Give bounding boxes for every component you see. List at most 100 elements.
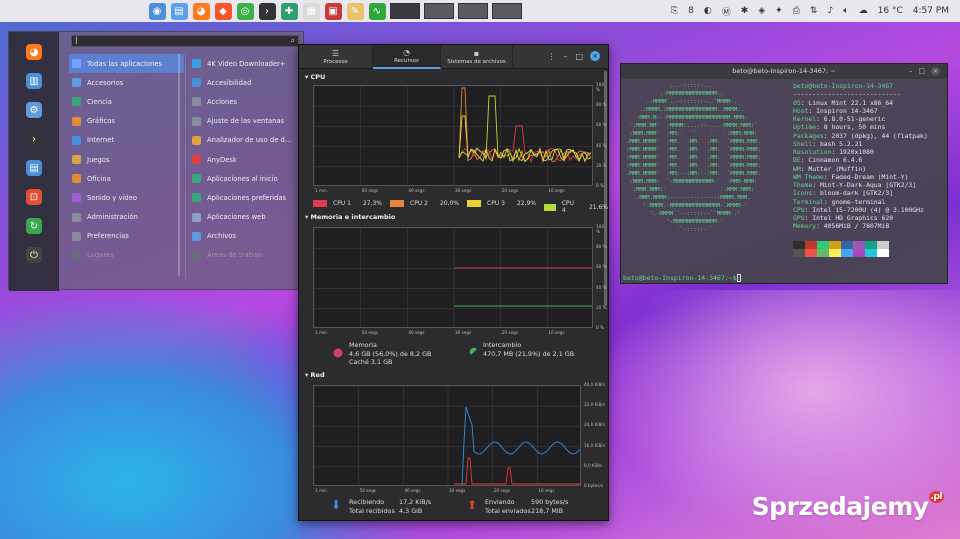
- app-item[interactable]: Aplicaciones web: [189, 208, 303, 227]
- x-tick-label: 50 segs: [359, 488, 376, 493]
- tray-badge[interactable]: 8: [688, 6, 694, 16]
- app-item[interactable]: Acciones: [189, 92, 303, 111]
- app-item[interactable]: Archivos: [189, 227, 303, 246]
- tab-recursos[interactable]: ◔ Recursos: [373, 45, 441, 69]
- neofetch-header: beto@beto-Inspiron-14-3467: [793, 82, 928, 90]
- tab-procesos[interactable]: ☰ Procesos: [299, 45, 373, 69]
- minimize-icon[interactable]: –: [909, 64, 913, 79]
- window-thumb-terminal[interactable]: [458, 3, 488, 19]
- lock-fav-icon[interactable]: ⊡: [26, 189, 42, 205]
- maximize-icon[interactable]: □: [575, 52, 583, 61]
- files-icon[interactable]: ▤: [170, 2, 188, 20]
- app-item[interactable]: Áreas de trabajo: [189, 246, 303, 265]
- neofetch-value: : 4056MiB / 7807MiB: [816, 222, 890, 231]
- memory-pie-icon: [333, 348, 343, 358]
- tab-sistemas-archivos[interactable]: ▪ Sistemas de archivos: [441, 45, 513, 69]
- logout-fav-icon[interactable]: ↻: [26, 218, 42, 234]
- category-item[interactable]: Sonido y vídeo: [69, 188, 184, 207]
- volume-icon[interactable]: 🔈︎: [843, 6, 848, 16]
- music-icon[interactable]: ♪: [827, 6, 833, 16]
- software-manager-fav-icon[interactable]: ▥: [26, 73, 42, 89]
- system-monitor-icon[interactable]: ∿: [368, 2, 386, 20]
- app-item[interactable]: Aplicaciones preferidas: [189, 188, 303, 207]
- window-thumb-sysmon[interactable]: [424, 3, 454, 19]
- temperature[interactable]: 16 °C: [878, 6, 903, 16]
- mint-menu-icon[interactable]: ◉: [148, 2, 166, 20]
- terminal-icon[interactable]: ›: [258, 2, 276, 20]
- neofetch-value: : Mint-Y-Dark-Aqua [GTK2/3]: [812, 181, 917, 189]
- notifications-icon[interactable]: ✦: [775, 6, 783, 16]
- category-item[interactable]: Juegos: [69, 150, 184, 169]
- shield-icon[interactable]: ◈: [758, 6, 765, 16]
- neofetch-key: Shell: [793, 139, 813, 148]
- category-item[interactable]: Internet: [69, 131, 184, 150]
- clipboard-icon[interactable]: ⎘: [671, 6, 678, 16]
- category-item[interactable]: Oficina: [69, 169, 184, 188]
- brave-icon[interactable]: ◆: [214, 2, 232, 20]
- category-icon: [72, 135, 81, 145]
- sending-info: ⬆ Enviando 590 bytes/s Total enviados 218,…: [467, 498, 569, 515]
- window-thumb-workspace[interactable]: [492, 3, 522, 19]
- vpn-icon[interactable]: ◐: [704, 6, 712, 16]
- printer-icon[interactable]: ⎙: [793, 6, 800, 16]
- text-editor-icon[interactable]: ✎: [346, 2, 364, 20]
- weather-icon[interactable]: ☁: [859, 6, 868, 16]
- close-icon[interactable]: ×: [931, 67, 940, 76]
- x-tick-label: 30 segs: [455, 188, 472, 193]
- update-icon[interactable]: ✚: [280, 2, 298, 20]
- color-palette: [793, 241, 889, 257]
- category-scrollbar[interactable]: [178, 54, 180, 276]
- cpu-color-swatch[interactable]: [390, 200, 404, 207]
- cpu-color-swatch[interactable]: [467, 200, 481, 207]
- chrome-icon[interactable]: ◎: [236, 2, 254, 20]
- category-item[interactable]: Todas las aplicaciones: [69, 54, 184, 74]
- network-icon[interactable]: ⇅: [810, 6, 818, 16]
- cpu-color-swatch[interactable]: [544, 203, 556, 211]
- cpu-label: CPU 2: [410, 200, 428, 207]
- terminal-prompt[interactable]: beto@beto-Inspiron-14-3467:~$: [623, 274, 741, 282]
- neofetch-row: Icons: bloom-dark [GTK2/3]: [793, 189, 928, 197]
- app-item[interactable]: Aplicaciones al inicio: [189, 169, 303, 188]
- palette-swatch: [877, 241, 889, 249]
- y-tick-label: 100 %: [596, 224, 604, 234]
- cpu-section-title: ▾ CPU: [305, 73, 326, 81]
- app-item[interactable]: Accesibilidad: [189, 73, 303, 92]
- firefox-fav-icon[interactable]: ◕: [26, 44, 42, 60]
- category-item[interactable]: Ciencia: [69, 92, 184, 111]
- screenshot-icon[interactable]: ▣: [324, 2, 342, 20]
- app-item[interactable]: Analizador de uso de d...: [189, 131, 303, 150]
- kebab-menu-icon[interactable]: ⋮: [547, 52, 555, 61]
- palette-swatch: [829, 241, 841, 249]
- x-tick-label: 50 segs: [361, 330, 378, 335]
- search-input[interactable]: | ⌕: [71, 35, 299, 47]
- y-tick-label: 40 %: [596, 142, 607, 148]
- palette-swatch: [865, 241, 877, 249]
- neofetch-row: Theme: Mint-Y-Dark-Aqua [GTK2/3]: [793, 181, 928, 189]
- category-item[interactable]: Accesorios: [69, 73, 184, 92]
- category-item[interactable]: Lugares: [69, 246, 184, 265]
- cpu-color-swatch[interactable]: [313, 200, 327, 207]
- mega-icon[interactable]: Ⓜ: [722, 5, 731, 18]
- power-fav-icon[interactable]: ⏻: [26, 247, 42, 263]
- app-list: 4K Video Downloader+ Accesibilidad Accione…: [189, 54, 303, 265]
- sysmon-headerbar: ☰ Procesos ◔ Recursos ▪ Sistemas de arch…: [299, 45, 608, 69]
- terminal-fav-icon[interactable]: ›: [26, 131, 42, 147]
- category-item[interactable]: Administración: [69, 208, 184, 227]
- clock[interactable]: 4:57 PM: [913, 6, 949, 16]
- files-fav-icon[interactable]: ▤: [26, 160, 42, 176]
- maximize-icon[interactable]: □: [918, 64, 925, 79]
- close-icon[interactable]: ×: [590, 51, 600, 61]
- app-item[interactable]: 4K Video Downloader+: [189, 54, 303, 73]
- minimize-icon[interactable]: –: [563, 52, 567, 61]
- firefox-icon[interactable]: ◕: [192, 2, 210, 20]
- calculator-icon[interactable]: ▦: [302, 2, 320, 20]
- app-item[interactable]: AnyDesk: [189, 150, 303, 169]
- window-thumb-menu[interactable]: [390, 3, 420, 19]
- cpu-legend-item: CPU 3 22,9%: [467, 200, 536, 207]
- settings-fav-icon[interactable]: ⚙: [26, 102, 42, 118]
- neofetch-value: : 8 hours, 50 mins: [816, 123, 886, 132]
- category-item[interactable]: Preferencias: [69, 227, 184, 246]
- bluetooth-icon[interactable]: ✱: [741, 6, 749, 16]
- category-item[interactable]: Gráficos: [69, 112, 184, 131]
- app-item[interactable]: Ajuste de las ventanas: [189, 112, 303, 131]
